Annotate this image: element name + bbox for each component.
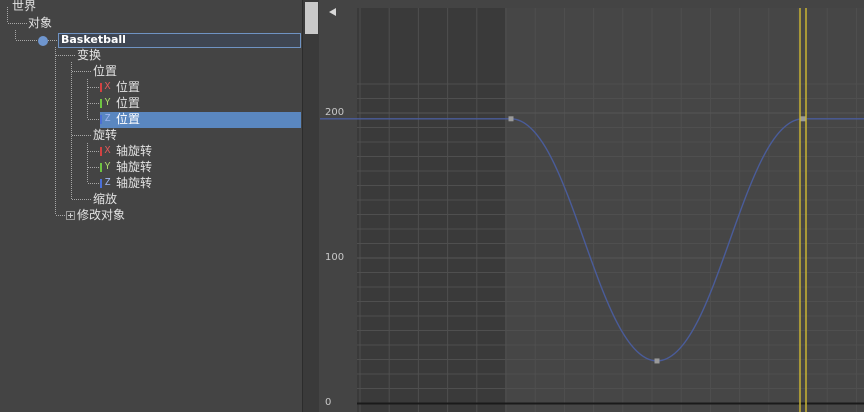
tree-item-x-rotation[interactable]: 轴旋转 — [116, 143, 152, 159]
keyframe-1[interactable] — [654, 358, 660, 364]
tree-item-position[interactable]: 位置 — [93, 63, 117, 79]
tree-item-z-position[interactable]: 位置 — [116, 111, 140, 127]
expand-plus-icon[interactable] — [66, 211, 75, 220]
tree-item-y-rotation[interactable]: 轴旋转 — [116, 159, 152, 175]
keyframe-2[interactable] — [800, 116, 806, 122]
collapse-arrow-icon[interactable] — [329, 8, 336, 16]
tree-scrollbar[interactable] — [302, 0, 319, 412]
x-axis-track-icon: X — [100, 80, 112, 94]
x-rotation-track-icon: X — [100, 144, 112, 158]
y-tick-label-200: 200 — [325, 107, 345, 118]
tree-item-y-position[interactable]: 位置 — [116, 95, 140, 111]
tree-item-basketball[interactable]: Basketball — [61, 32, 126, 48]
curve-editor-panel[interactable]: 200 100 0 — [320, 0, 864, 412]
y-rotation-track-icon: Y — [100, 160, 112, 174]
object-sphere-icon — [38, 36, 48, 46]
scrollbar-thumb[interactable] — [305, 2, 318, 34]
tree-connector-lines — [7, 7, 99, 216]
z-axis-track-icon: Z — [100, 112, 112, 126]
inactive-time-range — [357, 8, 505, 412]
y-tick-label-100: 100 — [325, 252, 345, 263]
z-rotation-track-icon: Z — [100, 176, 112, 190]
tree-item-scale[interactable]: 缩放 — [93, 191, 117, 207]
tree-item-rotation[interactable]: 旋转 — [93, 127, 117, 143]
y-tick-label-0: 0 — [325, 397, 332, 408]
tree-item-objects[interactable]: 对象 — [28, 15, 52, 31]
y-axis-track-icon: Y — [100, 96, 112, 110]
tree-item-modified-object[interactable]: 修改对象 — [77, 207, 125, 223]
curve-graph[interactable] — [320, 0, 864, 412]
track-view-tree: 世界 对象 Basketball 变换 位置 X 位置 Y 位置 Z 位置 旋转… — [0, 0, 302, 412]
tree-item-z-rotation[interactable]: 轴旋转 — [116, 175, 152, 191]
keyframe-0[interactable] — [508, 116, 514, 122]
tree-item-x-position[interactable]: 位置 — [116, 79, 140, 95]
tree-item-transform[interactable]: 变换 — [77, 47, 101, 63]
tree-item-world[interactable]: 世界 — [12, 0, 36, 14]
